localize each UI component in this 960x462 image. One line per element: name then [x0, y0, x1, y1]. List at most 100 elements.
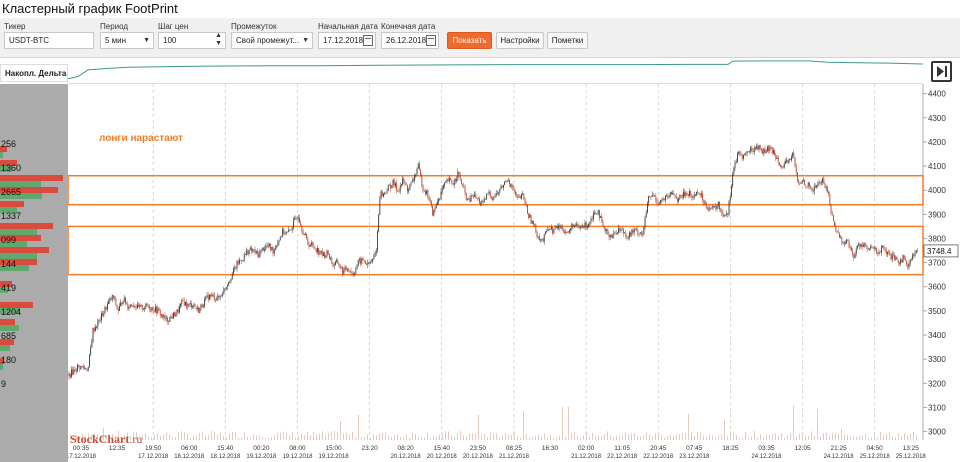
volume-bar [340, 420, 341, 440]
candle-body [410, 182, 412, 185]
volume-bar [850, 435, 851, 440]
candle-body [737, 153, 738, 162]
volume-bar [892, 436, 893, 440]
candle-body [522, 193, 524, 195]
candle-body [767, 146, 768, 151]
end-date-input[interactable]: 26.12.2018 [381, 32, 439, 49]
calendar-icon[interactable] [426, 35, 436, 46]
skip-to-end-button[interactable] [931, 61, 952, 82]
candle-body [297, 217, 299, 220]
candle-body [389, 184, 390, 186]
candle-body [781, 166, 783, 168]
candle-body [272, 247, 274, 254]
candle-body [144, 308, 146, 310]
candle-body [603, 226, 605, 229]
candle-body [859, 243, 861, 248]
volume-bar [262, 437, 263, 440]
volume-bar [160, 435, 161, 440]
candle-body [237, 261, 239, 264]
candle-body [519, 196, 521, 199]
x-tick-time: 15:40 [434, 445, 451, 452]
candle-body [319, 253, 321, 255]
volume-bar [643, 434, 644, 440]
candle-body [608, 234, 610, 238]
candle-body [793, 152, 795, 158]
settings-button[interactable]: Настройки [496, 32, 544, 49]
candle-body [715, 205, 717, 209]
plot-area[interactable] [68, 84, 923, 440]
volume-bar [709, 433, 710, 440]
candle-body [114, 297, 116, 299]
calendar-icon[interactable] [363, 35, 373, 46]
volume-bar [178, 432, 179, 440]
candle-body [540, 239, 542, 241]
candle-body [792, 152, 794, 157]
candle-body [241, 260, 243, 262]
ticker-input[interactable]: USDT-BTC [4, 32, 94, 49]
volume-bar [211, 431, 212, 440]
candle-body [441, 187, 443, 192]
volume-bar [466, 436, 467, 440]
candle-body [907, 264, 909, 268]
candle-body [456, 179, 458, 181]
period-select[interactable]: 5 мин ▼ [100, 32, 154, 49]
candle-body [203, 306, 204, 308]
volume-bar [358, 414, 359, 440]
candle-body [117, 308, 119, 312]
candle-body [866, 246, 868, 250]
range-select[interactable]: Свой промежут... ▼ [231, 32, 313, 49]
candle-body [145, 303, 147, 309]
volume-bar [829, 435, 830, 440]
candle-body [97, 321, 99, 328]
volume-bar [820, 436, 821, 440]
candle-body [443, 185, 444, 188]
candle-body [504, 181, 506, 186]
candle-body [377, 231, 378, 251]
volume-bar [364, 436, 365, 440]
volume-bar [775, 433, 776, 440]
candle-body [775, 155, 777, 159]
volume-bar [595, 436, 596, 440]
candle-body [269, 243, 270, 246]
y-tick-label: 4200 [928, 138, 946, 147]
candle-body [285, 231, 287, 234]
candle-body [749, 151, 750, 153]
candle-body [115, 298, 117, 306]
candle-body [848, 240, 850, 248]
candle-body [902, 255, 904, 263]
price-chart[interactable]: 00:3517.12.201812:35 19:5017.12.201806:00… [68, 84, 960, 462]
candle-body [801, 180, 803, 184]
candle-body [357, 259, 359, 266]
candle-body [797, 172, 798, 181]
candle-body [301, 225, 303, 231]
volume-bar [283, 431, 284, 440]
candle-body [819, 182, 821, 183]
candle-body [243, 254, 245, 261]
start-date-input[interactable]: 17.12.2018 [318, 32, 376, 49]
candle-body [373, 256, 375, 260]
step-value: 100 [163, 36, 177, 45]
candle-body [575, 224, 576, 226]
volume-bar [838, 433, 839, 440]
notes-button[interactable]: Пометки [547, 32, 588, 49]
candle-body [791, 156, 792, 161]
step-input[interactable]: 100 ▲ ▼ [158, 32, 226, 49]
x-tick-date: 17.12.2018 [68, 454, 97, 460]
show-button[interactable]: Показать [447, 32, 492, 49]
volume-bar [724, 419, 725, 440]
volume-bar [502, 435, 503, 440]
candle-body [531, 220, 533, 224]
volume-bar [781, 433, 782, 440]
candle-body [726, 213, 728, 215]
stepper-icon[interactable]: ▲ ▼ [215, 33, 222, 48]
candle-body [732, 174, 734, 187]
candle-body [287, 231, 288, 233]
candle-body [810, 186, 812, 188]
volume-bar [655, 433, 656, 440]
candle-body [288, 229, 290, 232]
y-tick-label: 3800 [928, 234, 946, 243]
candle-body [817, 184, 819, 186]
candle-body [800, 183, 802, 184]
profile-level-label: 419 [1, 283, 17, 293]
candle-body [625, 232, 627, 238]
